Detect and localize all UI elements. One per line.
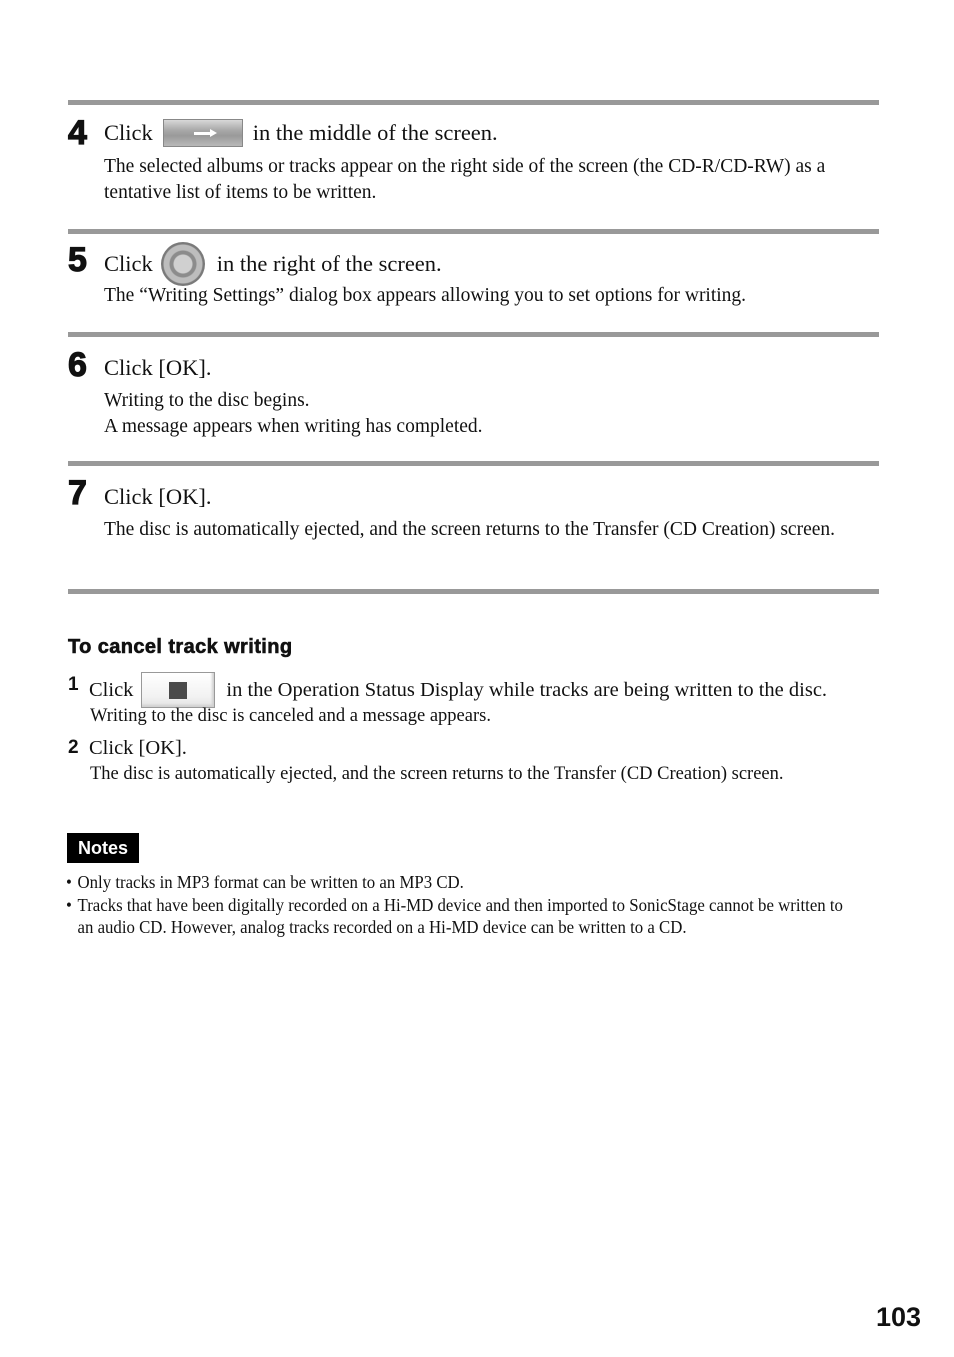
step-heading: Click [OK]. bbox=[104, 484, 212, 509]
step-description-line: A message appears when writing has compl… bbox=[104, 415, 483, 437]
step-number: 2 bbox=[68, 737, 79, 758]
step-number: 7 bbox=[67, 474, 87, 512]
page-number: 103 bbox=[876, 1302, 922, 1332]
section-title: To cancel track writing bbox=[68, 636, 293, 659]
section-divider bbox=[68, 332, 879, 337]
notes-badge: Notes bbox=[67, 833, 139, 863]
step-number: 5 bbox=[67, 241, 87, 279]
section-divider bbox=[68, 229, 879, 234]
step-number: 4 bbox=[67, 114, 87, 152]
disc-write-button-icon bbox=[160, 242, 205, 286]
section-divider bbox=[68, 461, 879, 466]
step-description: The disc is automatically ejected, and t… bbox=[104, 519, 836, 540]
step-heading-text: in the right of the screen. bbox=[216, 251, 442, 276]
step-number: 1 bbox=[68, 674, 79, 695]
note-item: Tracks that have been digitally recorded… bbox=[66, 894, 846, 939]
note-item: Only tracks in MP3 format can be written… bbox=[66, 871, 846, 894]
step-description: Writing to the disc begins. A message ap… bbox=[104, 388, 879, 439]
step-heading-text: in the Operation Status Display while tr… bbox=[226, 679, 828, 701]
section-divider bbox=[68, 589, 879, 594]
step-heading-text: Click bbox=[104, 120, 153, 145]
step-heading-text: Click bbox=[104, 251, 153, 276]
notes-list: Only tracks in MP3 format can be written… bbox=[66, 871, 846, 939]
step-heading-text: in the middle of the screen. bbox=[252, 120, 498, 145]
step-description-line: Writing to the disc begins. bbox=[104, 390, 310, 411]
step-heading: Click [OK]. bbox=[104, 355, 212, 380]
step-heading: Click [OK]. bbox=[89, 737, 187, 759]
arrow-right-button-icon bbox=[162, 119, 243, 147]
step-heading-text: Click bbox=[89, 679, 134, 701]
step-description: The “Writing Settings” dialog box appear… bbox=[104, 285, 747, 306]
step-heading: Click in the right of the screen. bbox=[104, 242, 442, 286]
step-number: 6 bbox=[67, 346, 87, 384]
step-description: The selected albums or tracks appear on … bbox=[104, 156, 826, 203]
section-divider bbox=[68, 100, 879, 105]
step-heading: Click in the Operation Status Display wh… bbox=[89, 672, 827, 708]
step-description: Writing to the disc is canceled and a me… bbox=[90, 706, 491, 726]
stop-button-icon bbox=[141, 672, 216, 708]
step-heading: Click in the middle of the screen. bbox=[104, 119, 498, 147]
step-description: The disc is automatically ejected, and t… bbox=[90, 764, 784, 784]
